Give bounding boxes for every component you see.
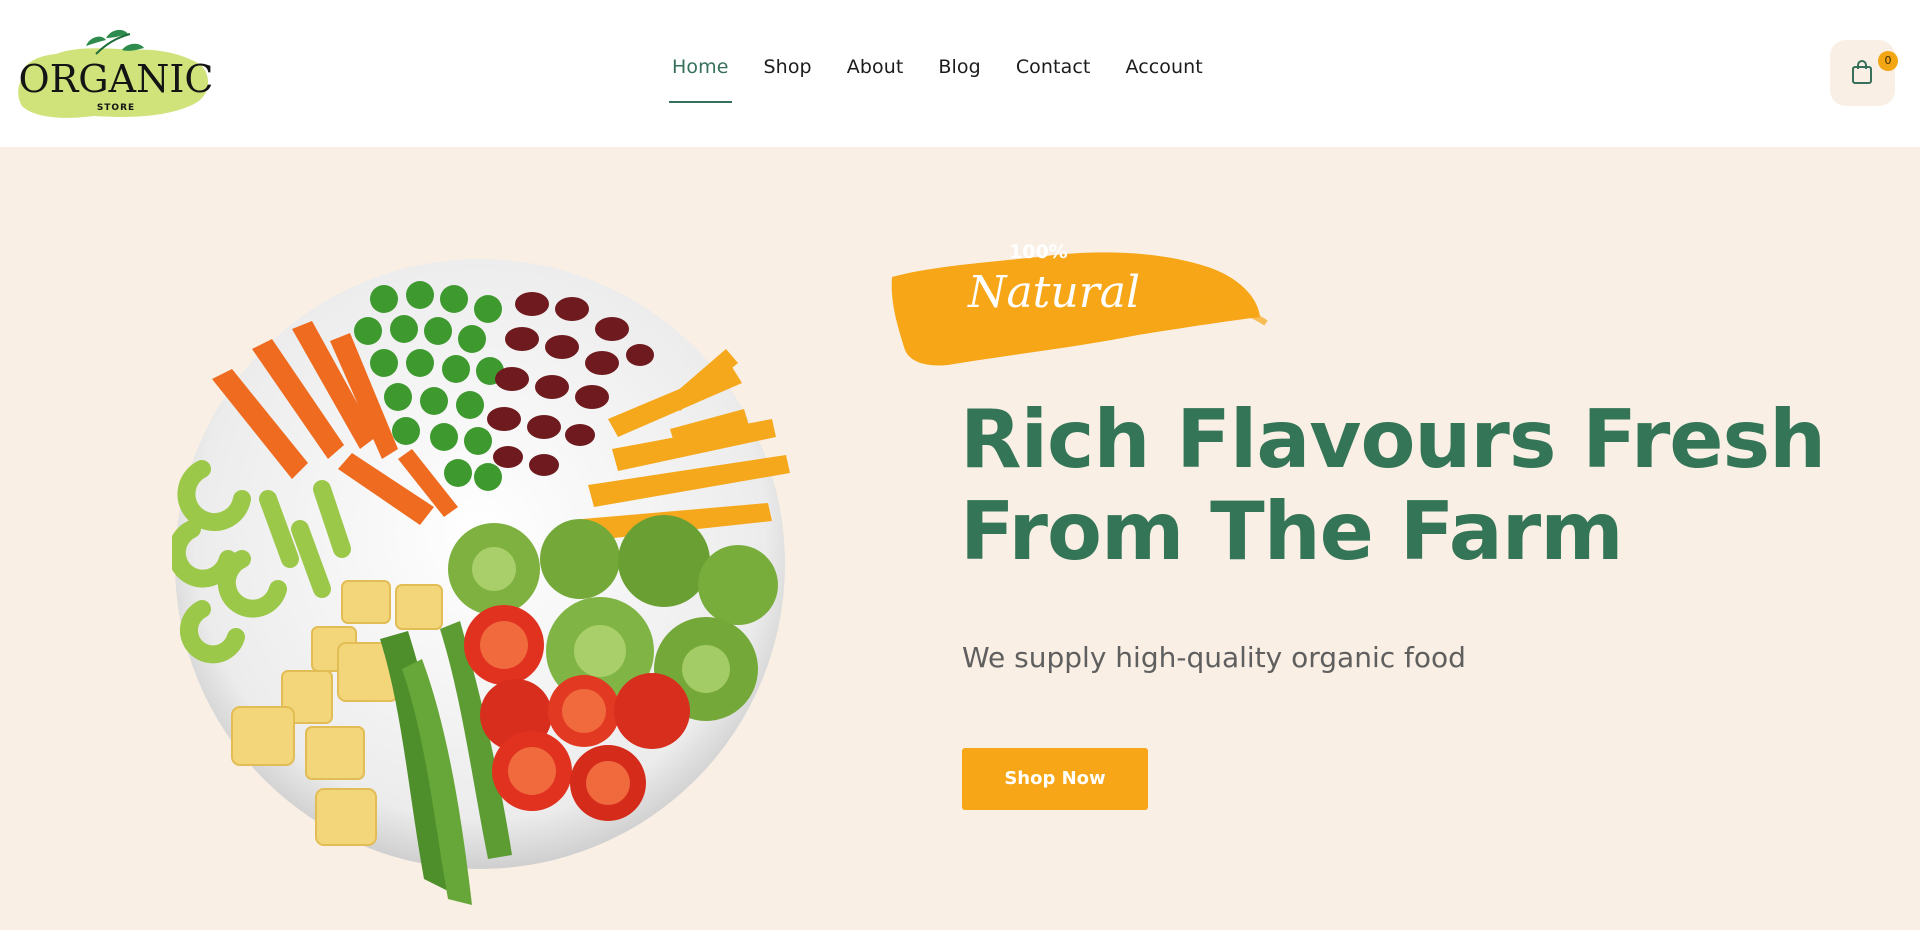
main-nav: Home Shop About Blog Contact Account	[669, 56, 1203, 103]
site-header: ORGANIC STORE Home Shop About Blog Conta…	[0, 0, 1920, 147]
hero-subtitle: We supply high-quality organic food	[962, 641, 1466, 674]
organic-store-logo[interactable]: ORGANIC STORE	[16, 26, 216, 122]
logo-sub: STORE	[97, 103, 135, 113]
nav-item-contact[interactable]: Contact	[1016, 56, 1091, 102]
badge-natural-text: Natural	[967, 267, 1141, 318]
nav-item-home[interactable]: Home	[669, 56, 732, 103]
logo-word: ORGANIC	[19, 57, 214, 101]
hero-title: Rich Flavours Fresh From The Farm	[960, 393, 1826, 578]
nav-item-blog[interactable]: Blog	[938, 56, 980, 102]
hero-title-line-2: From The Farm	[960, 485, 1624, 578]
shopping-bag-icon	[1852, 60, 1872, 84]
hero-section: 100% Natural Rich Flavours Fresh From Th…	[0, 147, 1920, 930]
natural-badge: 100% Natural	[888, 237, 1268, 381]
nav-item-account[interactable]: Account	[1125, 56, 1202, 102]
cart-button[interactable]: 0	[1830, 40, 1898, 106]
nav-item-shop[interactable]: Shop	[764, 56, 812, 102]
cart-count-badge: 0	[1878, 51, 1898, 71]
vegetable-plate-image	[167, 259, 792, 913]
nav-item-about[interactable]: About	[847, 56, 904, 102]
hero-title-line-1: Rich Flavours Fresh	[960, 393, 1826, 486]
shop-now-button[interactable]: Shop Now	[962, 748, 1148, 810]
badge-percent-text: 100%	[1009, 241, 1068, 263]
